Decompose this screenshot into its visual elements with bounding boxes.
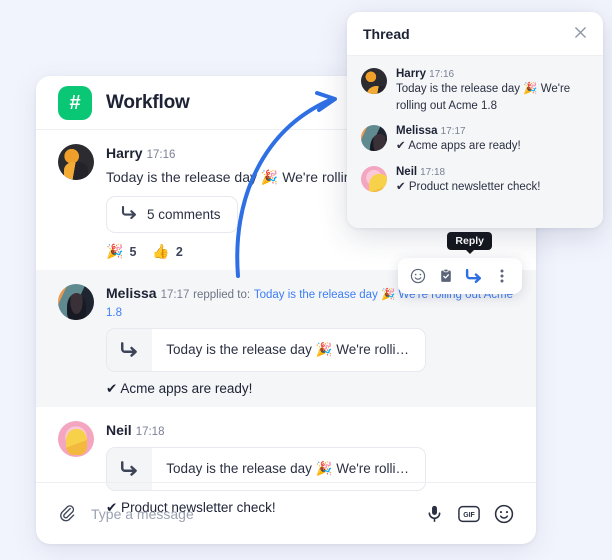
thread-message-meta: Neil 17:18 bbox=[396, 166, 541, 178]
quoted-text: Today is the release day 🎉 We're rolling… bbox=[166, 342, 425, 358]
emoji-icon[interactable] bbox=[494, 504, 514, 524]
more-icon[interactable] bbox=[490, 264, 514, 288]
message-composer: GIF bbox=[36, 482, 536, 544]
message-author: Neil bbox=[106, 422, 132, 439]
thread-message-body: Neil 17:18 ✔ Product newsletter check! bbox=[396, 166, 541, 196]
message-author: Harry bbox=[396, 68, 427, 80]
reply-arrow-icon bbox=[107, 329, 153, 372]
avatar bbox=[58, 421, 94, 458]
message-action-toolbar bbox=[398, 258, 522, 295]
message-time: 17:18 bbox=[135, 426, 165, 439]
thread-message-meta: Harry 17:16 bbox=[396, 68, 589, 80]
paperclip-icon[interactable] bbox=[58, 504, 77, 523]
app-root: # Workflow Harry 17:16 Today is the relea… bbox=[0, 0, 612, 560]
message-meta: Neil 17:18 bbox=[106, 421, 514, 440]
quoted-message[interactable]: Today is the release day 🎉 We're rolling… bbox=[106, 328, 426, 373]
message-text: ✔ Acme apps are ready! bbox=[106, 381, 253, 397]
hash-icon: # bbox=[58, 85, 92, 120]
replied-to-label: repplied to: bbox=[193, 289, 251, 302]
message-author: Neil bbox=[396, 166, 418, 179]
thread-message-item[interactable]: Neil 17:18 ✔ Product newsletter check! bbox=[361, 166, 589, 196]
thread-message-list: Harry 17:16 Today is the release day 🎉 We… bbox=[347, 56, 603, 228]
avatar bbox=[361, 68, 387, 94]
microphone-icon[interactable] bbox=[425, 504, 444, 523]
reaction-count: 2 bbox=[175, 244, 183, 259]
svg-text:GIF: GIF bbox=[463, 512, 475, 519]
comments-label: 5 comments bbox=[147, 207, 221, 223]
message-time: 17:17 bbox=[160, 289, 190, 302]
message-author: Melissa bbox=[396, 125, 438, 138]
message-text: Today is the release day 🎉 We're rolling… bbox=[396, 83, 571, 112]
reply-arrow-icon bbox=[121, 206, 138, 223]
thread-panel: Thread Harry 17:16 Today is the release d… bbox=[347, 12, 603, 228]
message-time: 17:16 bbox=[429, 69, 455, 80]
tooltip-reply: Reply bbox=[447, 232, 492, 251]
avatar bbox=[58, 284, 94, 321]
thread-message-meta: Melissa 17:17 bbox=[396, 125, 521, 137]
reaction-count: 5 bbox=[129, 244, 137, 259]
close-icon[interactable] bbox=[574, 26, 587, 42]
message-time: 17:16 bbox=[146, 149, 176, 161]
reply-icon[interactable] bbox=[462, 264, 486, 288]
thread-title: Thread bbox=[363, 25, 410, 42]
thread-header: Thread bbox=[347, 12, 603, 56]
comments-button[interactable]: 5 comments bbox=[106, 196, 238, 234]
avatar bbox=[58, 144, 94, 180]
reaction-party[interactable]: 🎉 5 bbox=[106, 243, 136, 260]
reaction-thumbsup[interactable]: 👍 2 bbox=[152, 243, 182, 260]
thread-message-body: Melissa 17:17 ✔ Acme apps are ready! bbox=[396, 125, 521, 155]
thread-message-item[interactable]: Harry 17:16 Today is the release day 🎉 We… bbox=[361, 68, 589, 114]
page-title: Workflow bbox=[106, 91, 190, 113]
party-popper-icon: 🎉 bbox=[106, 243, 124, 260]
gif-icon[interactable]: GIF bbox=[458, 505, 480, 523]
message-body: Melissa 17:17 repplied to: Today is the r… bbox=[106, 284, 514, 397]
thread-message-body: Harry 17:16 Today is the release day 🎉 We… bbox=[396, 68, 589, 114]
thumbs-up-icon: 👍 bbox=[152, 243, 170, 260]
message-input[interactable] bbox=[91, 505, 411, 522]
avatar bbox=[361, 125, 387, 152]
message-author: Harry bbox=[106, 145, 143, 161]
avatar bbox=[361, 166, 387, 193]
thread-message-item[interactable]: Melissa 17:17 ✔ Acme apps are ready! bbox=[361, 125, 589, 155]
message-text: ✔ Acme apps are ready! bbox=[396, 140, 521, 153]
message-item-melissa[interactable]: Melissa 17:17 repplied to: Today is the r… bbox=[36, 232, 536, 408]
message-time: 17:18 bbox=[420, 167, 446, 179]
message-time: 17:17 bbox=[440, 126, 466, 138]
task-icon[interactable] bbox=[434, 264, 458, 288]
message-author: Melissa bbox=[106, 285, 157, 302]
emoji-icon[interactable] bbox=[406, 264, 430, 288]
message-text: ✔ Product newsletter check! bbox=[396, 181, 541, 194]
